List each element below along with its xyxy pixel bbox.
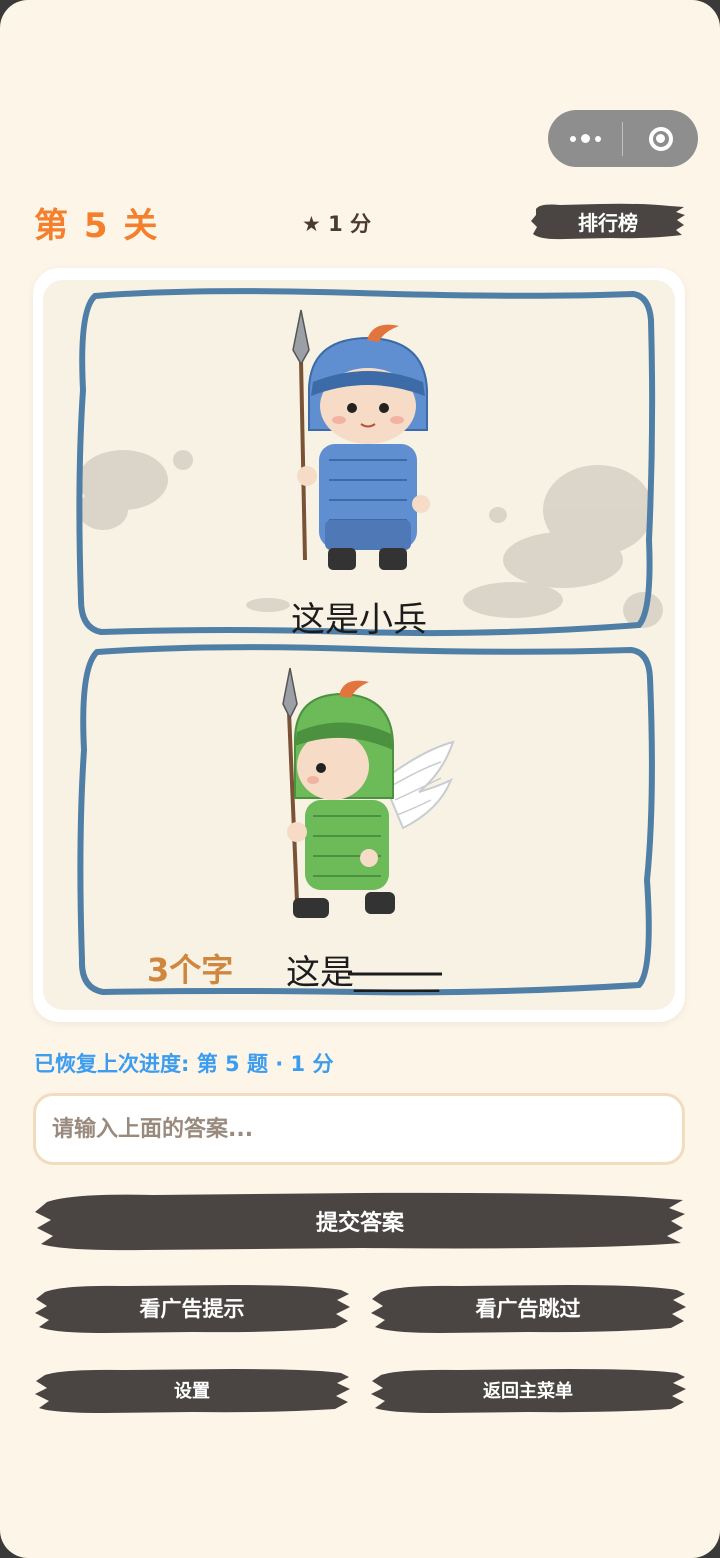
ad-skip-label: 看广告跳过 <box>475 1297 581 1321</box>
answer-input[interactable] <box>33 1093 685 1165</box>
close-miniprogram-icon[interactable] <box>623 126 698 151</box>
score-display: ★ 1 分 <box>302 212 372 236</box>
progress-restored-text: 已恢复上次进度: 第 5 题 · 1 分 <box>34 1052 334 1076</box>
miniprogram-capsule <box>548 110 698 167</box>
main-menu-label: 返回主菜单 <box>483 1381 573 1402</box>
settings-label: 设置 <box>174 1381 210 1402</box>
more-icon[interactable] <box>548 134 622 143</box>
main-menu-button[interactable]: 返回主菜单 <box>369 1366 687 1414</box>
leaderboard-label: 排行榜 <box>578 210 638 235</box>
puzzle-card: 这是小兵 3个字 这是_____ <box>33 268 685 1022</box>
level-title: 第 5 关 <box>34 206 160 246</box>
puzzle-image: 这是小兵 3个字 这是_____ <box>43 280 675 1010</box>
character-count-hint: 3个字 <box>147 951 234 989</box>
game-screen: 第 5 关 ★ 1 分 排行榜 这是小兵 3个字 这是_____ 已恢复上次进度… <box>0 0 720 1558</box>
leaderboard-button[interactable]: 排行榜 <box>530 201 686 241</box>
puzzle-illustration <box>76 288 663 996</box>
ad-hint-button[interactable]: 看广告提示 <box>33 1282 351 1334</box>
submit-button[interactable]: 提交答案 <box>33 1190 687 1252</box>
ad-hint-label: 看广告提示 <box>139 1297 245 1321</box>
submit-label: 提交答案 <box>315 1211 404 1236</box>
ad-skip-button[interactable]: 看广告跳过 <box>369 1282 687 1334</box>
top-panel-caption: 这是小兵 <box>291 600 427 640</box>
green-soldier-with-wing-illustration <box>282 667 455 918</box>
settings-button[interactable]: 设置 <box>33 1366 351 1414</box>
bottom-panel-caption: 这是_____ <box>286 953 439 993</box>
blue-soldier-illustration <box>292 309 430 570</box>
